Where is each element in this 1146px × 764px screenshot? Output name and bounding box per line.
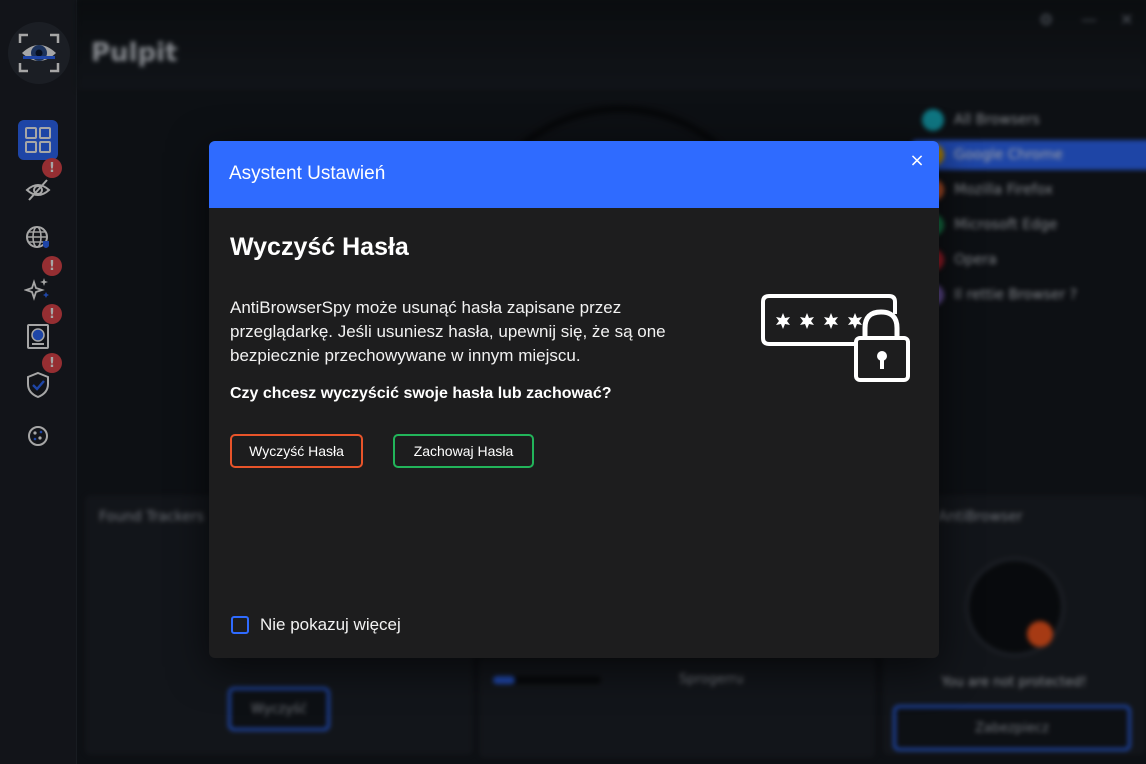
dont-show-checkbox[interactable] [231,616,249,634]
dialog-header: Asystent Ustawień × [209,141,939,208]
keep-passwords-button[interactable]: Zachowaj Hasła [393,434,534,468]
settings-assistant-dialog: Asystent Ustawień × Wyczyść Hasła AntiBr… [209,141,939,658]
dont-show-again[interactable]: Nie pokazuj więcej [231,615,401,635]
close-icon[interactable]: × [907,151,927,171]
password-lock-icon [761,294,910,382]
dialog-heading: Wyczyść Hasła [230,233,409,261]
dialog-title: Asystent Ustawień [229,163,386,184]
dont-show-label: Nie pokazuj więcej [260,615,401,634]
clear-passwords-button[interactable]: Wyczyść Hasła [230,434,363,468]
dialog-description: AntiBrowserSpy może usunąć hasła zapisan… [230,298,666,365]
dialog-question: Czy chcesz wyczyścić swoje hasła lub zac… [230,385,612,402]
